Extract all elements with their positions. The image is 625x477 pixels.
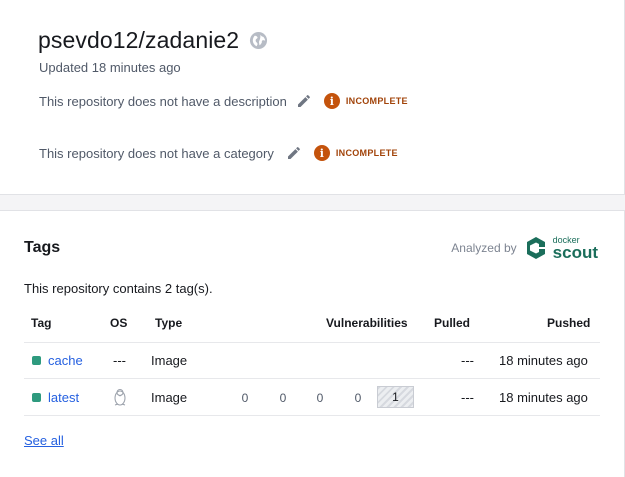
repo-title-row: psevdo12/zadanie2 (38, 27, 268, 54)
pushed-value: 18 minutes ago (499, 353, 588, 368)
type-value: Image (151, 390, 188, 405)
column-header-pulled: Pulled (434, 316, 471, 330)
updated-timestamp: Updated 18 minutes ago (39, 60, 181, 75)
tags-card: Tags Analyzed by docker scout This repos… (0, 210, 625, 477)
incomplete-label: INCOMPLETE (345, 96, 408, 106)
tag-link-cache[interactable]: cache (48, 353, 83, 368)
tags-heading: Tags (24, 239, 61, 256)
tag-status-dot (32, 393, 41, 402)
column-header-vulnerabilities: Vulnerabilities (326, 316, 408, 330)
vuln-unspecified-count[interactable]: 1 (377, 386, 414, 408)
pulled-value: --- (461, 390, 474, 405)
os-value: --- (113, 353, 126, 368)
repository-header-card: psevdo12/zadanie2 Updated 18 minutes ago… (0, 0, 625, 195)
column-header-type: Type (155, 316, 183, 330)
tag-status-dot (32, 356, 41, 365)
column-header-pushed: Pushed (547, 316, 591, 330)
analyzed-by-label: Analyzed by (451, 241, 517, 255)
category-text: This repository does not have a category (39, 145, 274, 161)
analyzed-by-scout[interactable]: Analyzed by docker scout (451, 235, 598, 261)
vuln-critical-count: 0 (241, 391, 249, 405)
docker-scout-icon (526, 237, 545, 259)
info-warning-icon: i (313, 145, 330, 161)
incomplete-label: INCOMPLETE (335, 148, 398, 158)
vuln-high-count: 0 (279, 391, 287, 405)
pulled-value: --- (461, 353, 474, 368)
description-incomplete-badge: i INCOMPLETE (323, 93, 408, 109)
category-row: This repository does not have a category… (39, 145, 398, 161)
table-divider (24, 415, 600, 416)
description-row: This repository does not have a descript… (39, 93, 408, 109)
info-warning-icon: i (323, 93, 340, 109)
edit-description-pencil-icon[interactable] (296, 93, 312, 109)
column-header-tag: Tag (31, 316, 52, 330)
description-text: This repository does not have a descript… (39, 93, 287, 109)
edit-category-pencil-icon[interactable] (286, 145, 302, 161)
type-value: Image (151, 353, 188, 368)
public-globe-icon (249, 31, 268, 50)
vuln-low-count: 0 (354, 391, 362, 405)
repo-title: psevdo12/zadanie2 (38, 27, 240, 53)
table-divider (24, 342, 600, 343)
vuln-medium-count: 0 (316, 391, 324, 405)
docker-scout-logo: docker scout (523, 235, 598, 261)
scout-brand-name: scout (552, 242, 598, 262)
linux-penguin-icon (112, 388, 128, 412)
column-header-os: OS (110, 316, 128, 330)
tag-link-latest[interactable]: latest (48, 390, 79, 405)
see-all-link[interactable]: See all (24, 433, 64, 448)
tag-count-text: This repository contains 2 tag(s). (24, 281, 213, 296)
pushed-value: 18 minutes ago (499, 390, 588, 405)
table-divider (24, 378, 600, 379)
category-incomplete-badge: i INCOMPLETE (313, 145, 398, 161)
